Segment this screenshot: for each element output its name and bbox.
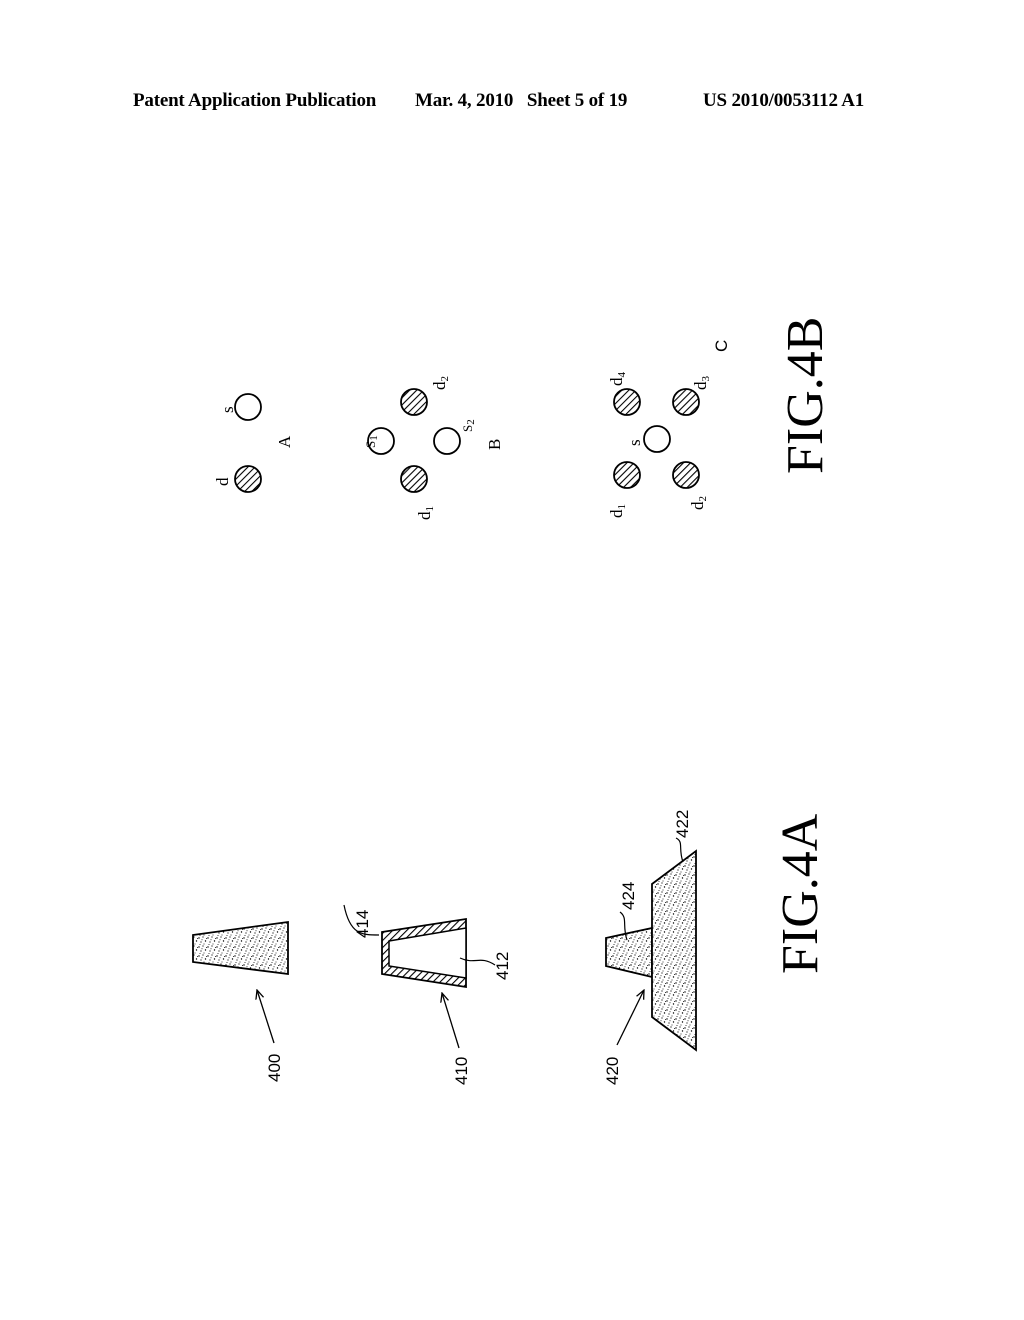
fig4a-caption: FIG.4A (772, 813, 829, 974)
source-circle (234, 393, 262, 421)
drawing-sheet: d s A d1 d2 S1 S2 B s d1 d2 d3 d4 C FIG.… (192, 317, 834, 1085)
element-424-top (605, 926, 653, 979)
label-d2: d2 (430, 376, 451, 390)
ref-422: 422 (673, 810, 692, 838)
fig4b-group-a: d s A (213, 393, 294, 493)
group-label-b: B (485, 439, 504, 450)
fig4a: 400 414 412 410 424 422 420 FIG.4A (192, 810, 829, 1085)
label-s: s (218, 406, 237, 413)
ref-414: 414 (353, 910, 372, 938)
label-d1: d1 (607, 504, 628, 518)
fig4b-group-c: s d1 d2 d3 d4 C (607, 340, 731, 518)
ref-424: 424 (619, 882, 638, 910)
label-s1: S1 (363, 435, 380, 448)
detector-circle-d3 (672, 388, 700, 416)
label-d1: d1 (415, 506, 436, 520)
label-s: s (625, 439, 644, 446)
detector-circle (234, 465, 262, 493)
source-circle (643, 425, 671, 453)
element-400-cone (192, 920, 289, 976)
leader-400 (257, 990, 275, 1044)
element-422-base (651, 849, 697, 1052)
detector-circle-d1 (613, 461, 641, 489)
ref-412: 412 (493, 952, 512, 980)
leader-420 (616, 990, 644, 1046)
group-label-a: A (275, 435, 294, 448)
label-d3: d3 (691, 376, 712, 391)
detector-circle-d2 (672, 461, 700, 489)
label-d: d (213, 477, 232, 486)
label-d2: d2 (688, 496, 709, 510)
fig4b: d s A d1 d2 S1 S2 B s d1 d2 d3 d4 C FIG.… (213, 317, 834, 520)
leader-422 (675, 837, 684, 863)
ref-420: 420 (603, 1057, 622, 1085)
leader-410 (442, 993, 460, 1049)
label-s2: S2 (460, 419, 477, 432)
source-circle-s2 (433, 427, 461, 455)
fig4b-caption: FIG.4B (777, 317, 834, 474)
ref-400: 400 (265, 1054, 284, 1082)
detector-circle-d1 (400, 465, 428, 493)
fig4b-group-b: d1 d2 S1 S2 B (363, 376, 504, 520)
ref-410: 410 (452, 1057, 471, 1085)
label-d4: d4 (607, 372, 628, 387)
detector-circle-d2 (400, 388, 428, 416)
detector-circle-d4 (613, 388, 641, 416)
group-label-c: C (712, 340, 731, 352)
